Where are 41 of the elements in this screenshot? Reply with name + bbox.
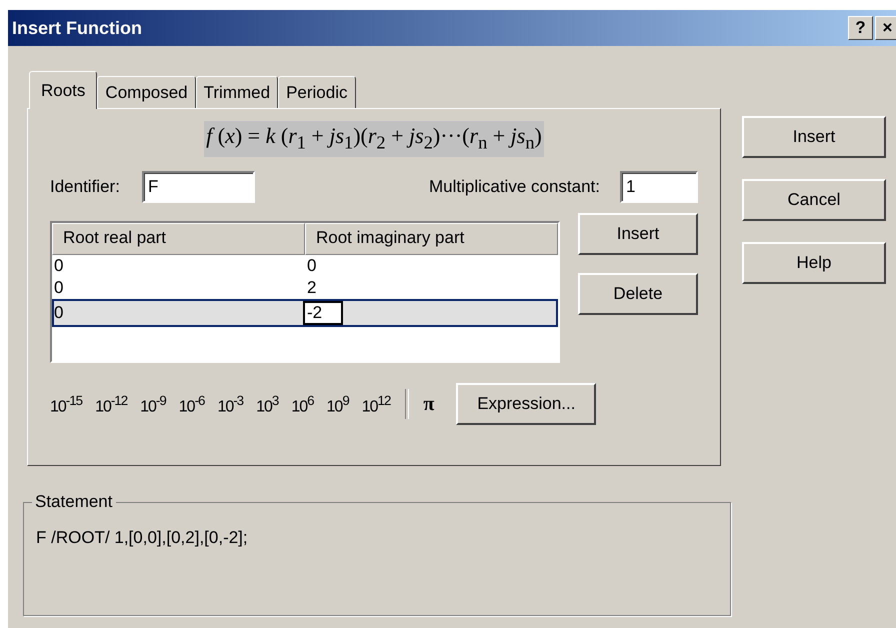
tab[interactable]: Roots [29, 71, 98, 109]
help-button[interactable]: ? [848, 16, 873, 40]
column-header[interactable]: Root imaginary part [305, 223, 558, 256]
table-row[interactable]: 0 0 [52, 255, 558, 278]
power-of-ten-button[interactable]: 10$^{12}$ [362, 392, 390, 416]
dialog-button[interactable]: Help [742, 242, 886, 284]
table-button[interactable]: Delete [578, 273, 698, 316]
dialog-button[interactable]: Cancel [742, 179, 886, 221]
power-of-ten-button[interactable]: 10$^{-12}$ [95, 392, 128, 416]
statement-text: F /ROOT/ 1,[0,0],[0,2],[0,-2]; [36, 528, 249, 548]
expression-button[interactable]: Expression... [456, 383, 596, 426]
formula: f (x) = k (r$_{1}$ + js$_{1}$)(r$_{2}$ + js$_{2}$)···(r$_{n}$ + js$_{n}$) [204, 121, 544, 158]
table-cell: 0 [307, 256, 316, 276]
cell-editor[interactable]: -2 [303, 301, 343, 326]
tab[interactable]: Trimmed [196, 76, 278, 108]
power-of-ten-button[interactable]: 10$^{9}$ [326, 392, 349, 416]
field-label: Identifier: [50, 177, 120, 198]
tab[interactable]: Periodic [278, 76, 356, 108]
column-header[interactable]: Root real part [52, 223, 305, 256]
table-cell: 0 [54, 303, 64, 324]
field-label: Multiplicative constant: [428, 177, 600, 198]
pi-button[interactable]: π [423, 392, 434, 416]
input-field[interactable]: 1 [620, 171, 698, 204]
table-row[interactable]: 0 -2 [52, 299, 558, 328]
window-title: Insert Function [12, 18, 142, 38]
power-of-ten-button[interactable]: 10$^{-3}$ [217, 392, 244, 416]
dialog-button[interactable]: Insert [742, 116, 886, 158]
close-button[interactable]: × [875, 16, 896, 40]
power-of-ten-button[interactable]: 10$^{6}$ [291, 392, 314, 416]
table-cell: 0 [54, 278, 64, 298]
input-field[interactable]: F [142, 171, 255, 204]
group-label: Statement [34, 492, 114, 512]
tab[interactable]: Composed [97, 76, 196, 108]
table-cell: 0 [54, 256, 64, 276]
power-of-ten-button[interactable]: 10$^{-15}$ [50, 392, 82, 416]
power-of-ten-button[interactable]: 10$^{-9}$ [140, 392, 166, 416]
power-of-ten-button[interactable]: 10$^{-6}$ [178, 392, 204, 416]
table-cell: 2 [307, 278, 316, 298]
table-button[interactable]: Insert [578, 213, 698, 256]
table-row[interactable]: 0 2 [52, 277, 558, 300]
power-of-ten-button[interactable]: 10$^{3}$ [256, 392, 278, 416]
